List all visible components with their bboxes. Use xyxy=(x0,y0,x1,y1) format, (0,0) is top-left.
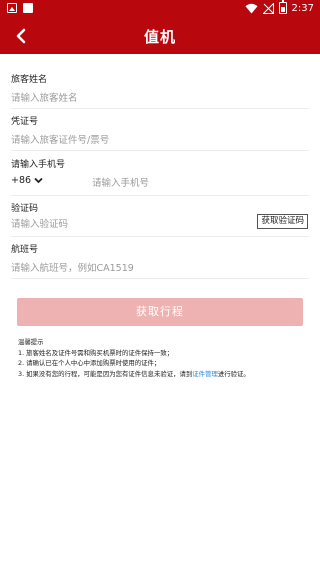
id-label: 凭证号 xyxy=(11,117,39,127)
name-field: 旅客姓名 请输入旅客姓名 xyxy=(11,68,309,109)
sms-label: 验证码 xyxy=(11,204,39,214)
get-code-button[interactable]: 获取验证码 xyxy=(257,214,308,229)
tip-line-2: 2. 请确认已在个人中心中添加购票时使用的证件； xyxy=(18,359,161,367)
image-icon xyxy=(7,3,17,13)
flight-input[interactable]: 请输入航班号，例如CA1519 xyxy=(11,260,134,274)
app-header: 值机 xyxy=(0,18,320,54)
tip-line-3: 3. 如果没有您的行程，可能是因为您有证件信息未验证，请到证件管理进行验证。 xyxy=(18,369,308,380)
tip-line-3-text: 3. 如果没有您的行程，可能是因为您有证件信息未验证，请到 xyxy=(18,369,193,378)
name-label: 旅客姓名 xyxy=(11,75,48,85)
no-signal-icon xyxy=(262,2,274,14)
phone-input[interactable]: 请输入手机号 xyxy=(92,175,149,189)
flight-field: 航班号 请输入航班号，例如CA1519 xyxy=(11,238,309,279)
sms-input[interactable]: 请输入验证码 xyxy=(11,216,68,230)
status-time: 2:37 xyxy=(291,2,314,14)
flight-label: 航班号 xyxy=(11,245,39,255)
name-input[interactable]: 请输入旅客姓名 xyxy=(11,90,78,104)
phone-label: 请输入手机号 xyxy=(11,160,66,170)
tips-title: 温馨提示 xyxy=(18,338,44,346)
id-management-link[interactable]: 证件管理 xyxy=(192,370,218,378)
tips-section: 温馨提示 1. 旅客姓名及证件号需和购买机票时的证件保持一致； 2. 请确认已在… xyxy=(18,337,308,379)
country-code-select[interactable]: +86 xyxy=(11,175,43,186)
status-bar: 2:37 xyxy=(0,0,320,18)
country-code-value: +86 xyxy=(11,175,32,186)
battery-icon xyxy=(278,0,287,14)
phone-field: 请输入手机号 +86 请输入手机号 xyxy=(11,152,309,196)
id-input[interactable]: 请输入旅客证件号/票号 xyxy=(11,132,109,146)
tip-line-3-end: 进行验证。 xyxy=(217,369,250,378)
a-icon xyxy=(23,3,33,13)
id-field: 凭证号 请输入旅客证件号/票号 xyxy=(11,110,309,151)
chevron-down-icon xyxy=(34,177,43,184)
get-itinerary-button[interactable]: 获取行程 xyxy=(17,298,303,326)
sms-field: 验证码 请输入验证码 获取验证码 xyxy=(11,197,309,237)
wifi-icon xyxy=(245,3,258,13)
tip-line-1: 1. 旅客姓名及证件号需和购买机票时的证件保持一致； xyxy=(18,348,174,357)
page-title: 值机 xyxy=(143,28,176,46)
